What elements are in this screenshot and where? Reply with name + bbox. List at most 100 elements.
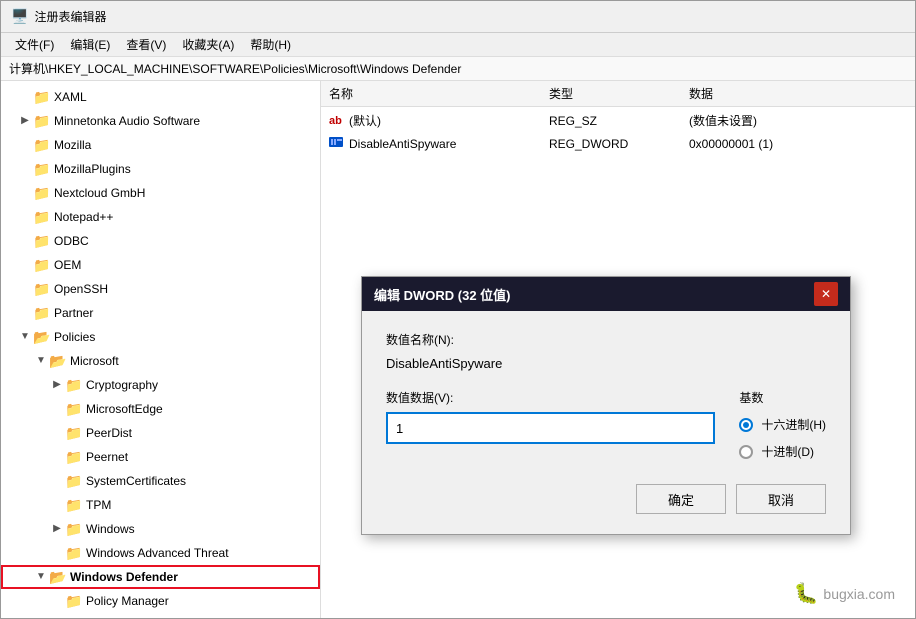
tree-item-openssh[interactable]: 📁 OpenSSH xyxy=(1,277,320,301)
tree-item-policies[interactable]: ▼ 📂 Policies xyxy=(1,325,320,349)
dialog-ok-button[interactable]: 确定 xyxy=(636,484,726,514)
col-header-data: 数据 xyxy=(689,85,907,102)
tree-item-peerdist[interactable]: 📁 PeerDist xyxy=(1,421,320,445)
reg-type-default: REG_SZ xyxy=(549,114,689,128)
label-win-defender: Windows Defender xyxy=(70,567,178,587)
watermark: 🐛 bugxia.com xyxy=(794,581,896,606)
reg-row-disable-antispyware[interactable]: DisableAntiSpyware REG_DWORD 0x00000001 … xyxy=(321,132,915,155)
label-oem: OEM xyxy=(54,255,81,275)
folder-icon-win-defender: 📂 xyxy=(49,567,67,587)
tree-item-windows-defender[interactable]: ▼ 📂 Windows Defender xyxy=(1,565,320,589)
dialog-input-group: 数值数据(V): xyxy=(386,389,715,444)
tree-item-realtime[interactable]: 📁 Real-Time Protection xyxy=(1,613,320,618)
label-notepadpp: Notepad++ xyxy=(54,207,113,227)
label-microsoft: Microsoft xyxy=(70,351,119,371)
menu-edit[interactable]: 编辑(E) xyxy=(64,34,116,55)
column-headers: 名称 类型 数据 xyxy=(321,81,915,107)
folder-icon-microsoft: 📂 xyxy=(49,351,67,371)
tree-item-minnetonka[interactable]: ▶ 📁 Minnetonka Audio Software xyxy=(1,109,320,133)
dialog-cancel-button[interactable]: 取消 xyxy=(736,484,826,514)
folder-icon-microsoftedge: 📁 xyxy=(65,399,83,419)
label-microsoftedge: MicrosoftEdge xyxy=(86,399,163,419)
tree-item-nextcloud[interactable]: 📁 Nextcloud GmbH xyxy=(1,181,320,205)
folder-icon-odbc: 📁 xyxy=(33,231,51,251)
tree-item-oem[interactable]: 📁 OEM xyxy=(1,253,320,277)
dialog-title-bar: 编辑 DWORD (32 位值) ✕ xyxy=(362,277,850,311)
arrow-microsoft: ▼ xyxy=(33,351,49,371)
tree-item-mozilla[interactable]: 📁 Mozilla xyxy=(1,133,320,157)
label-mozillaplugins: MozillaPlugins xyxy=(54,159,131,179)
dialog-radios: 十六进制(H) 十进制(D) xyxy=(739,414,826,460)
reg-row-default[interactable]: ab (默认) REG_SZ (数值未设置) xyxy=(321,109,915,132)
dialog-value-data-input[interactable] xyxy=(386,412,715,444)
registry-rows: ab (默认) REG_SZ (数值未设置) Di xyxy=(321,107,915,157)
tree-item-microsoftedge[interactable]: 📁 MicrosoftEdge xyxy=(1,397,320,421)
folder-icon-minnetonka: 📁 xyxy=(33,111,51,131)
label-policies: Policies xyxy=(54,327,95,347)
tree-item-windows[interactable]: ▶ 📁 Windows xyxy=(1,517,320,541)
radio-hex-label: 十六进制(H) xyxy=(761,416,826,433)
dialog-close-button[interactable]: ✕ xyxy=(814,282,838,306)
reg-icon-disable-antispyware xyxy=(329,135,349,152)
arrow-cryptography: ▶ xyxy=(49,375,65,395)
dialog-value-name-value: DisableAntiSpyware xyxy=(386,354,826,373)
tree-item-odbc[interactable]: 📁 ODBC xyxy=(1,229,320,253)
edit-dword-dialog: 编辑 DWORD (32 位值) ✕ 数值名称(N): DisableAntiS… xyxy=(361,276,851,535)
label-policy-manager: Policy Manager xyxy=(86,591,169,611)
dialog-title-text: 编辑 DWORD (32 位值) xyxy=(374,285,511,304)
folder-icon-openssh: 📁 xyxy=(33,279,51,299)
label-xaml: XAML xyxy=(54,87,87,107)
reg-icon-default: ab xyxy=(329,115,349,127)
folder-icon-mozillaplugins: 📁 xyxy=(33,159,51,179)
label-systemcert: SystemCertificates xyxy=(86,471,186,491)
folder-icon-oem: 📁 xyxy=(33,255,51,275)
folder-icon-cryptography: 📁 xyxy=(65,375,83,395)
title-bar: 🖥️ 注册表编辑器 xyxy=(1,1,915,33)
label-cryptography: Cryptography xyxy=(86,375,158,395)
radio-dec-label: 十进制(D) xyxy=(761,443,814,460)
watermark-text: bugxia.com xyxy=(823,586,895,602)
tree-item-mozillaplugins[interactable]: 📁 MozillaPlugins xyxy=(1,157,320,181)
menu-file[interactable]: 文件(F) xyxy=(9,34,60,55)
menu-help[interactable]: 帮助(H) xyxy=(244,34,297,55)
arrow-minnetonka: ▶ xyxy=(17,111,33,131)
reg-type-disable-antispyware: REG_DWORD xyxy=(549,137,689,151)
registry-editor-window: 🖥️ 注册表编辑器 文件(F) 编辑(E) 查看(V) 收藏夹(A) 帮助(H)… xyxy=(0,0,916,619)
dialog-body: 数值名称(N): DisableAntiSpyware 数值数据(V): 基数 xyxy=(362,311,850,534)
folder-icon-xaml: 📁 xyxy=(33,87,51,107)
folder-icon-systemcert: 📁 xyxy=(65,471,83,491)
folder-icon-realtime: 📁 xyxy=(65,615,83,618)
radio-hex[interactable]: 十六进制(H) xyxy=(739,416,826,433)
address-text: 计算机\HKEY_LOCAL_MACHINE\SOFTWARE\Policies… xyxy=(9,60,461,77)
tree-item-windows-advanced[interactable]: 📁 Windows Advanced Threat xyxy=(1,541,320,565)
tree-item-peernet[interactable]: 📁 Peernet xyxy=(1,445,320,469)
folder-icon-policies: 📂 xyxy=(33,327,51,347)
tree-item-microsoft[interactable]: ▼ 📂 Microsoft xyxy=(1,349,320,373)
folder-icon-peernet: 📁 xyxy=(65,447,83,467)
reg-data-default: (数值未设置) xyxy=(689,112,907,129)
folder-icon-mozilla: 📁 xyxy=(33,135,51,155)
title-bar-text: 注册表编辑器 xyxy=(34,8,106,25)
address-bar: 计算机\HKEY_LOCAL_MACHINE\SOFTWARE\Policies… xyxy=(1,57,915,81)
label-peernet: Peernet xyxy=(86,447,128,467)
col-header-type: 类型 xyxy=(549,85,689,102)
folder-icon-nextcloud: 📁 xyxy=(33,183,51,203)
menu-view[interactable]: 查看(V) xyxy=(120,34,172,55)
tree-item-policy-manager[interactable]: 📁 Policy Manager xyxy=(1,589,320,613)
tree-item-partner[interactable]: 📁 Partner xyxy=(1,301,320,325)
tree-item-systemcert[interactable]: 📁 SystemCertificates xyxy=(1,469,320,493)
tree-item-notepadpp[interactable]: 📁 Notepad++ xyxy=(1,205,320,229)
watermark-icon: 🐛 xyxy=(794,581,819,606)
reg-name-default: (默认) xyxy=(349,112,549,129)
tree-item-xaml[interactable]: 📁 XAML xyxy=(1,85,320,109)
dialog-value-data-label: 数值数据(V): xyxy=(386,389,715,406)
col-header-name: 名称 xyxy=(329,85,549,102)
radio-dec[interactable]: 十进制(D) xyxy=(739,443,826,460)
label-win-advanced: Windows Advanced Threat xyxy=(86,543,229,563)
label-odbc: ODBC xyxy=(54,231,89,251)
menu-favorites[interactable]: 收藏夹(A) xyxy=(176,34,240,55)
dialog-radio-group: 基数 十六进制(H) 十进制(D) xyxy=(739,389,826,460)
tree-panel: 📁 XAML ▶ 📁 Minnetonka Audio Software 📁 M… xyxy=(1,81,321,618)
tree-item-cryptography[interactable]: ▶ 📁 Cryptography xyxy=(1,373,320,397)
tree-item-tpm[interactable]: 📁 TPM xyxy=(1,493,320,517)
